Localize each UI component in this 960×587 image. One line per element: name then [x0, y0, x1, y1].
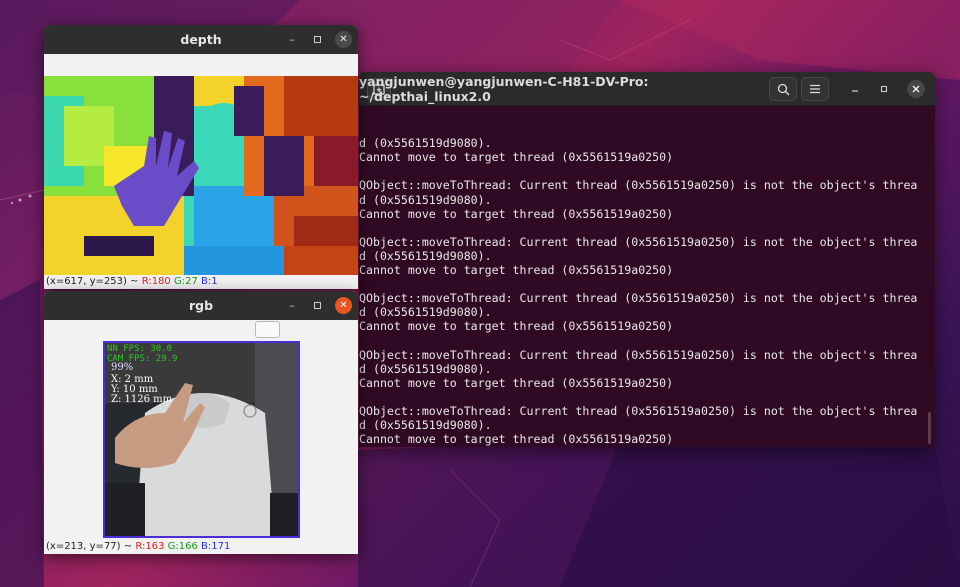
rgb-image[interactable]: NN FPS: 30.0 CAM FPS: 29.9 99% X: 2 mm Y…: [103, 341, 300, 538]
close-icon[interactable]: [907, 80, 925, 98]
rgb-titlebar[interactable]: rgb – ✕: [44, 291, 358, 320]
rgb-window[interactable]: rgb – ✕ NN FPS: 30.0 CAM FPS: 29.9 99% X…: [44, 291, 358, 554]
close-icon[interactable]: ✕: [335, 31, 352, 48]
terminal-window[interactable]: yangjunwen@yangjunwen-C-H81-DV-Pro: ~/de…: [359, 72, 935, 447]
depth-status-g: G:27: [173, 276, 198, 287]
rgb-status-bar: (x=213, y=77) ~ R:163 G:166 B:171: [44, 540, 358, 554]
terminal-line: d (0x5561519d9080).: [359, 305, 492, 320]
nn-fps-label: NN FPS: 30.0: [107, 344, 173, 354]
terminal-line: Cannot move to target thread (0x5561519a…: [359, 150, 674, 165]
terminal-line: QObject::moveToThread: Current thread (0…: [359, 178, 918, 193]
terminal-line: d (0x5561519d9080).: [359, 192, 492, 207]
terminal-line: QObject::moveToThread: Current thread (0…: [359, 234, 918, 249]
terminal-line: Cannot move to target thread (0x5561519a…: [359, 375, 674, 390]
rgb-status-g: G:166: [167, 541, 198, 552]
terminal-title: yangjunwen@yangjunwen-C-H81-DV-Pro: ~/de…: [359, 74, 649, 104]
terminal-line: Cannot move to target thread (0x5561519a…: [359, 263, 674, 278]
terminal-line: QObject::moveToThread: Current thread (0…: [359, 347, 918, 362]
terminal-scrollbar[interactable]: [928, 412, 931, 444]
depth-status-b: B:1: [201, 276, 218, 287]
minimize-icon[interactable]: [846, 80, 864, 98]
rgb-status-coords: (x=213, y=77) ~: [46, 541, 133, 552]
trackbar-handle[interactable]: [255, 321, 280, 338]
search-icon[interactable]: [769, 77, 797, 101]
minimize-icon[interactable]: –: [284, 31, 300, 47]
confidence-label: 99%: [111, 362, 134, 373]
terminal-line: Cannot move to target thread (0x5561519a…: [359, 319, 674, 334]
minimize-icon[interactable]: –: [284, 297, 300, 313]
terminal-line: Cannot move to target thread (0x5561519a…: [359, 432, 674, 447]
hamburger-menu-icon[interactable]: [801, 77, 829, 101]
terminal-titlebar[interactable]: yangjunwen@yangjunwen-C-H81-DV-Pro: ~/de…: [359, 72, 935, 106]
terminal-line: d (0x5561519d9080).: [359, 248, 492, 263]
terminal-line: d (0x5561519d9080).: [359, 418, 492, 433]
depth-status-bar: (x=617, y=253) ~ R:180 G:27 B:1: [44, 275, 358, 289]
terminal-line: QObject::moveToThread: Current thread (0…: [359, 291, 918, 306]
terminal-line: d (0x5561519d9080).: [359, 361, 492, 376]
maximize-icon[interactable]: [309, 297, 325, 313]
terminal-line: d (0x5561519d9080).: [359, 136, 492, 151]
terminal-output[interactable]: d (0x5561519d9080). Cannot move to target…: [359, 108, 935, 447]
depth-titlebar[interactable]: depth – ✕: [44, 25, 358, 54]
rgb-status-b: B:171: [201, 541, 231, 552]
rgb-status-r: R:163: [135, 541, 165, 552]
close-icon[interactable]: ✕: [335, 297, 352, 314]
depth-status-coords: (x=617, y=253) ~: [46, 276, 139, 287]
terminal-line: Cannot move to target thread (0x5561519a…: [359, 206, 674, 221]
depth-status-r: R:180: [141, 276, 171, 287]
depth-image[interactable]: [44, 76, 358, 275]
terminal-line: QObject::moveToThread: Current thread (0…: [359, 403, 918, 418]
z-coordinate-label: Z: 1126 mm: [111, 394, 173, 405]
maximize-icon[interactable]: [875, 80, 893, 98]
depth-window[interactable]: depth – ✕ (x=617, y=253) ~ R:180 G:27 B:…: [44, 25, 358, 289]
maximize-icon[interactable]: [309, 31, 325, 47]
